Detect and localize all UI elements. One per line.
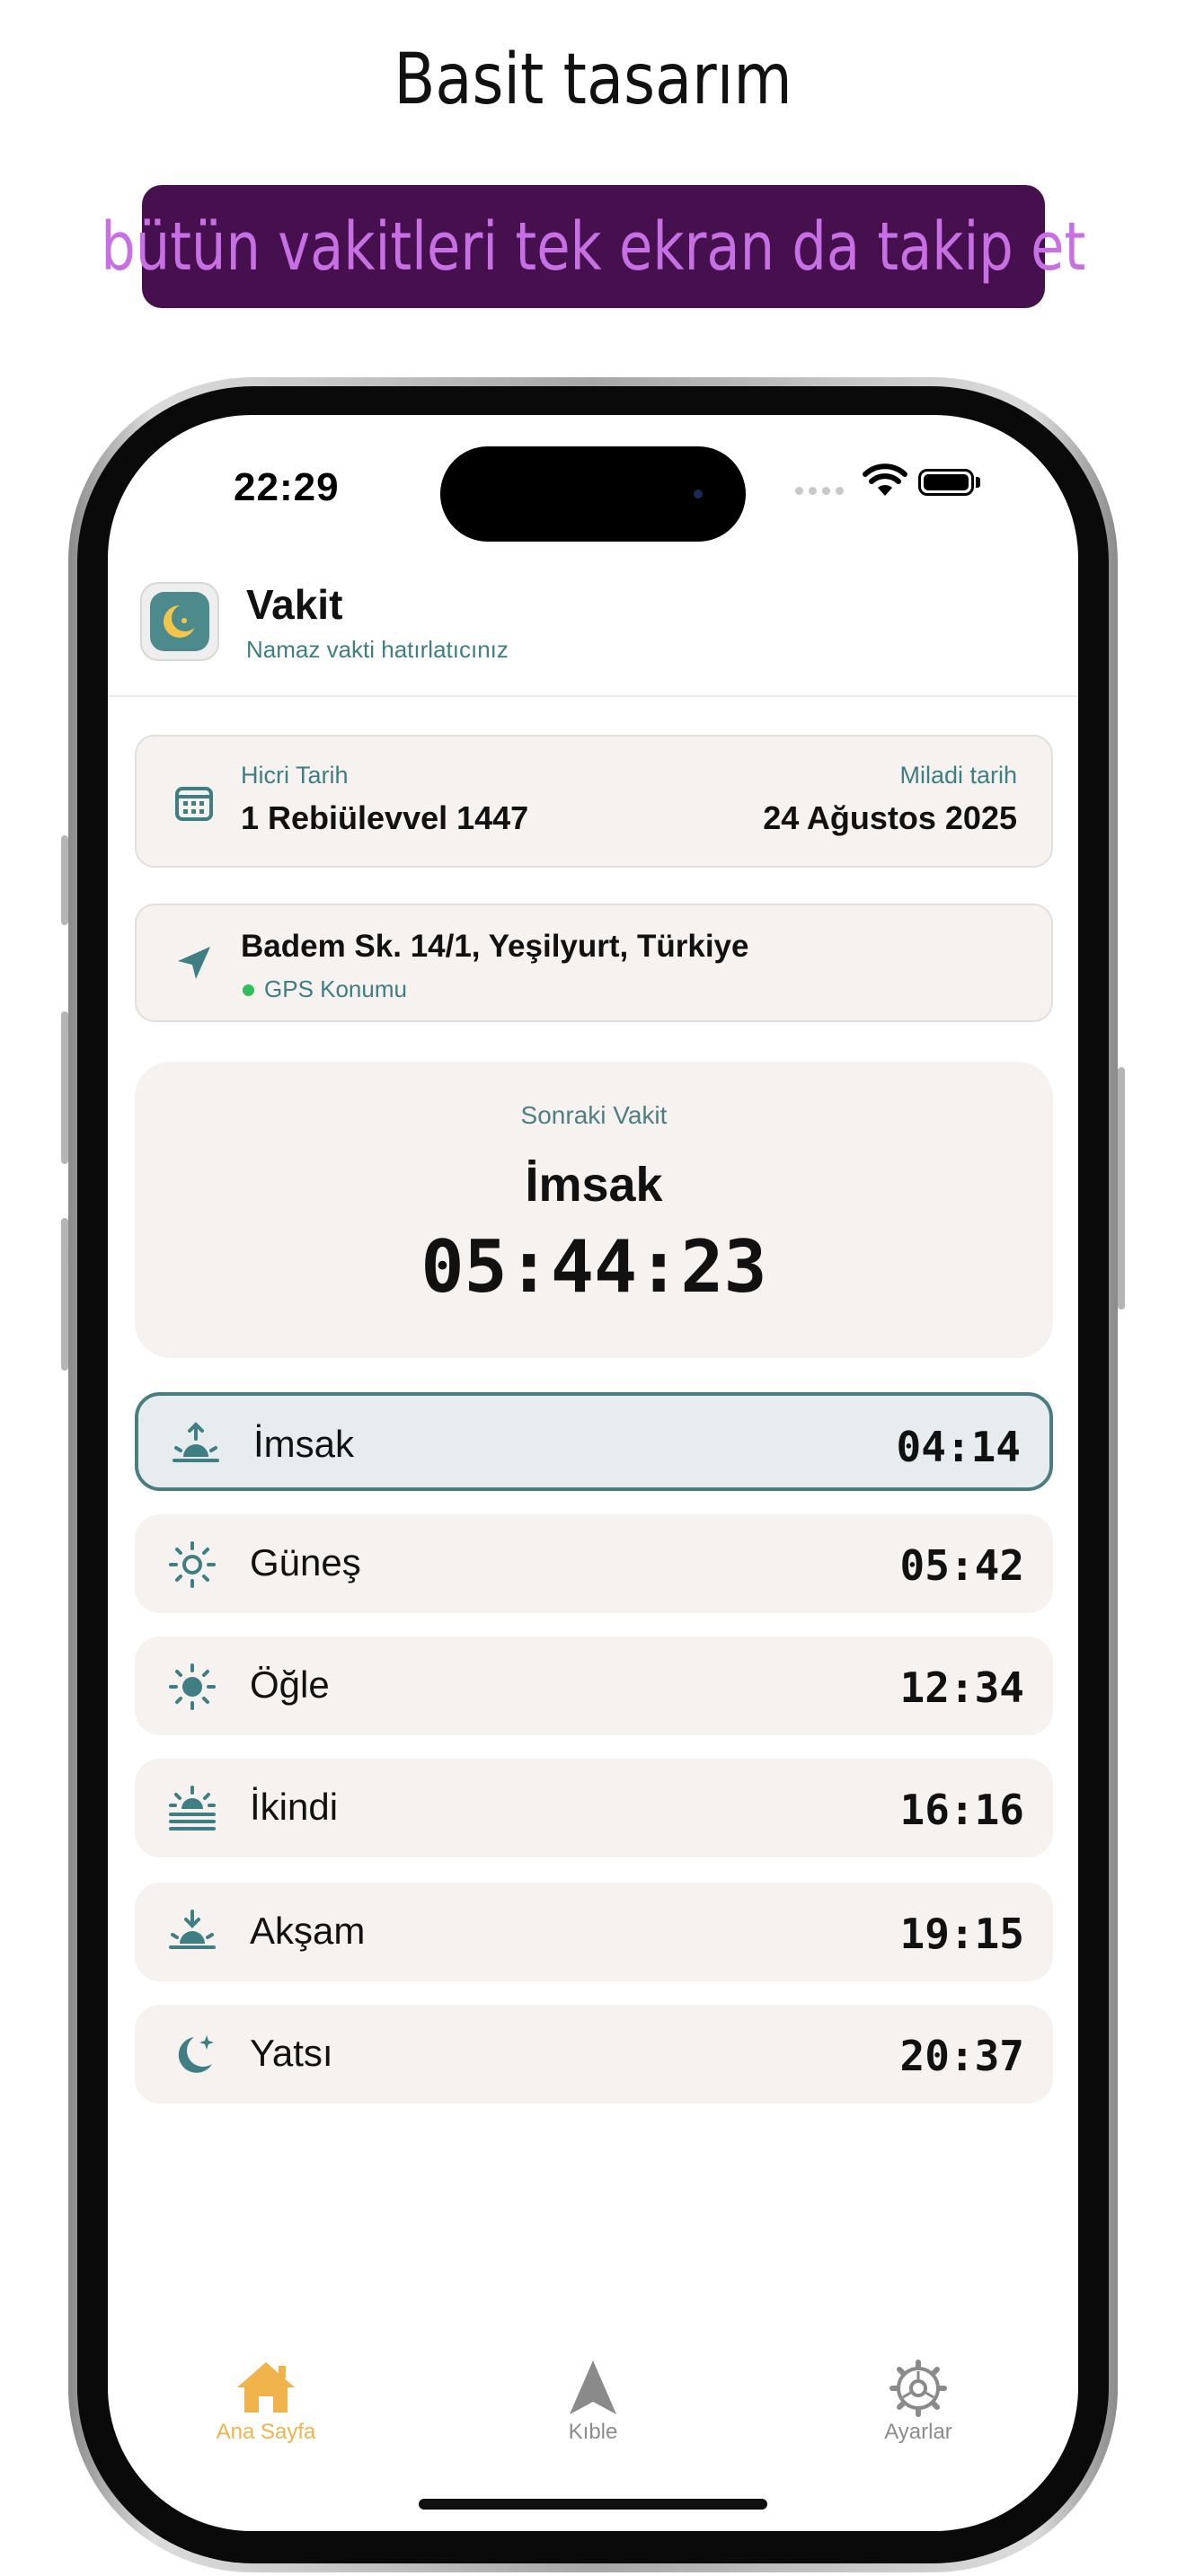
prayer-row-aksam[interactable]: Akşam 19:15: [135, 1883, 1053, 1981]
calendar-icon: [175, 787, 213, 821]
tab-home[interactable]: Ana Sayfa: [158, 2359, 374, 2445]
hijri-date-value: 1 Rebiülevvel 1447: [241, 799, 529, 836]
tab-home-label: Ana Sayfa: [216, 2420, 316, 2444]
dynamic-island: [440, 446, 746, 542]
prayer-name: İmsak: [253, 1423, 355, 1465]
location-arrow-icon: [178, 947, 210, 979]
gregorian-date-value: 24 Ağustos 2025: [763, 799, 1017, 836]
prayer-row-gunes[interactable]: Güneş 05:42: [135, 1514, 1053, 1613]
tab-settings-label: Ayarlar: [884, 2420, 952, 2444]
battery-tip: [976, 477, 980, 488]
sun-filled-icon: [169, 1663, 216, 1710]
prayer-time: 04:14: [896, 1423, 1021, 1471]
prayer-row-ikindi[interactable]: İkindi 16:16: [135, 1759, 1053, 1857]
sunset-down-icon: [169, 1910, 216, 1949]
marketing-headline: Basit tasarım: [394, 40, 792, 120]
status-time: 22:29: [234, 465, 340, 509]
front-camera: [694, 490, 703, 498]
prayer-row-yatsi[interactable]: Yatsı 20:37: [135, 2005, 1053, 2104]
app-logo: [140, 582, 219, 661]
home-icon: [237, 2362, 295, 2413]
marketing-banner: bütün vakitleri tek ekran da takip et: [102, 185, 1085, 308]
sun-haze-icon: [169, 1786, 216, 1831]
app-subtitle: Namaz vakti hatırlatıcınız: [246, 636, 509, 663]
prayer-time: 19:15: [899, 1910, 1024, 1958]
phone-action-button: [61, 835, 68, 925]
wifi-icon: [863, 463, 907, 496]
gregorian-date-label: Miladi tarih: [899, 762, 1017, 789]
phone-volume-down-button: [61, 1218, 68, 1371]
cellular-signal-icon: [795, 487, 844, 495]
header-divider: [108, 695, 1078, 697]
prayer-time: 05:42: [899, 1541, 1024, 1590]
location-source: GPS Konumu: [264, 975, 407, 1002]
prayer-name: Akşam: [250, 1910, 366, 1952]
marketing-banner-text: bütün vakitleri tek ekran da takip et: [101, 207, 1086, 286]
prayer-time: 12:34: [899, 1663, 1024, 1712]
location-address: Badem Sk. 14/1, Yeşilyurt, Türkiye: [241, 929, 749, 964]
gps-status-dot: [243, 984, 254, 996]
hijri-date-label: Hicri Tarih: [241, 762, 349, 789]
prayer-name: İkindi: [250, 1786, 339, 1828]
prayer-time: 16:16: [899, 1786, 1024, 1834]
prayer-name: Yatsı: [250, 2032, 333, 2074]
next-prayer-countdown: 05:44:23: [420, 1225, 767, 1309]
location-card[interactable]: Badem Sk. 14/1, Yeşilyurt, Türkiye GPS K…: [135, 904, 1053, 1022]
date-card: Hicri Tarih 1 Rebiülevvel 1447 Miladi ta…: [135, 735, 1053, 868]
phone-screen: 22:29 Vakit Namaz vakti hatırlatıcınız H…: [108, 415, 1078, 2531]
prayer-row-ogle[interactable]: Öğle 12:34: [135, 1636, 1053, 1735]
battery-icon: [918, 469, 974, 496]
moon-stars-icon: [178, 2035, 214, 2073]
tab-qibla[interactable]: Kıble: [485, 2359, 701, 2445]
prayer-time: 20:37: [899, 2032, 1024, 2080]
home-indicator[interactable]: [419, 2499, 767, 2510]
gear-icon: [890, 2360, 947, 2417]
app-title: Vakit: [246, 581, 343, 628]
next-prayer-name: İmsak: [525, 1158, 663, 1212]
sun-outline-icon: [169, 1541, 216, 1588]
tab-qibla-label: Kıble: [568, 2420, 618, 2444]
next-prayer-label: Sonraki Vakit: [520, 1101, 668, 1129]
qibla-arrow-icon: [570, 2360, 616, 2414]
phone-power-button: [1118, 1067, 1125, 1310]
tab-settings[interactable]: Ayarlar: [810, 2359, 1026, 2445]
phone-volume-up-button: [61, 1011, 68, 1164]
crescent-moon-icon: [164, 604, 199, 638]
prayer-row-imsak[interactable]: İmsak 04:14: [135, 1392, 1053, 1491]
next-prayer-card: Sonraki Vakit İmsak 05:44:23: [135, 1062, 1053, 1358]
sunrise-up-icon: [173, 1422, 219, 1462]
prayer-name: Öğle: [250, 1663, 330, 1706]
prayer-name: Güneş: [250, 1541, 361, 1584]
